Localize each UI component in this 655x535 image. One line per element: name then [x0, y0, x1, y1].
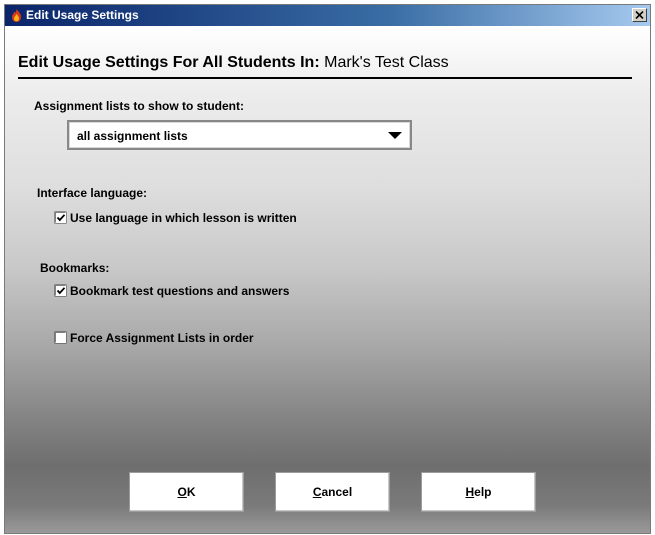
- cancel-button-label: Cancel: [313, 485, 352, 499]
- use-lesson-language-checkbox[interactable]: [55, 212, 66, 223]
- window-title: Edit Usage Settings: [26, 8, 139, 22]
- help-button-label: Help: [465, 485, 491, 499]
- cancel-rest: ancel: [321, 485, 353, 499]
- close-icon: [635, 11, 644, 19]
- help-rest: elp: [474, 485, 492, 499]
- force-order-label: Force Assignment Lists in order: [70, 331, 254, 345]
- assignment-lists-label: Assignment lists to show to student:: [34, 99, 245, 113]
- page-title: Edit Usage Settings For All Students In:…: [18, 53, 449, 73]
- help-mnemonic: H: [465, 485, 475, 499]
- ok-rest: K: [186, 485, 196, 499]
- page-title-prefix: Edit Usage Settings For All Students In:: [18, 54, 320, 71]
- dropdown-arrow-icon: [388, 132, 402, 139]
- ok-button[interactable]: OK: [129, 472, 244, 512]
- bookmark-test-checkbox[interactable]: [55, 285, 66, 296]
- checkmark-icon: [56, 214, 66, 222]
- use-lesson-language-label: Use language in which lesson is written: [70, 211, 297, 225]
- dialog-content: Edit Usage Settings For All Students In:…: [5, 26, 650, 533]
- interface-language-label: Interface language:: [37, 186, 148, 200]
- ok-mnemonic: O: [177, 485, 187, 499]
- app-flame-icon: [9, 8, 24, 23]
- force-order-checkbox[interactable]: [55, 332, 66, 343]
- bookmark-test-label: Bookmark test questions and answers: [70, 284, 290, 298]
- close-button[interactable]: [632, 8, 647, 22]
- ok-button-label: OK: [177, 485, 195, 499]
- help-button[interactable]: Help: [421, 472, 536, 512]
- assignment-lists-dropdown[interactable]: all assignment lists: [67, 120, 412, 150]
- edit-usage-settings-dialog: Edit Usage Settings Edit Usage Settings …: [4, 4, 651, 534]
- bookmarks-label: Bookmarks:: [40, 261, 110, 275]
- dropdown-selected-value: all assignment lists: [77, 129, 188, 143]
- header-divider: [18, 77, 632, 79]
- class-name: Mark's Test Class: [324, 54, 449, 71]
- checkmark-icon: [56, 287, 66, 295]
- cancel-button[interactable]: Cancel: [275, 472, 390, 512]
- title-bar[interactable]: Edit Usage Settings: [5, 5, 650, 26]
